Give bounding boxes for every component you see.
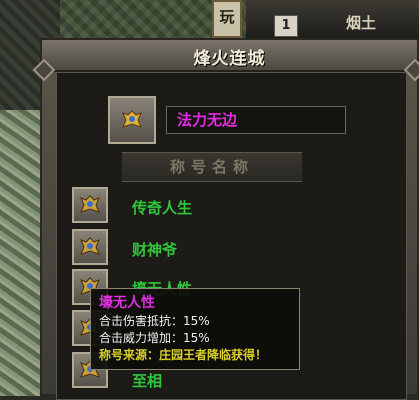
title-row-icon[interactable] — [72, 229, 108, 265]
tooltip-source: 称号来源：庄园王者降临获得！ — [99, 348, 268, 362]
title-emblem-icon — [122, 110, 142, 128]
tooltip-title: 壕无人性 — [99, 295, 155, 311]
window-title: 烽火连城 — [193, 49, 266, 69]
hud-tab[interactable]: 玩 — [212, 0, 242, 38]
window-title-bar[interactable]: 烽火连城 — [42, 40, 417, 72]
hud-text: 烟土 — [346, 14, 377, 32]
title-row-label[interactable]: 财神爷 — [132, 239, 177, 260]
title-row-icon[interactable] — [72, 187, 108, 223]
title-emblem-icon — [80, 195, 100, 213]
hud-level-badge: 1 — [274, 15, 298, 37]
section-header: 称号名称 — [122, 152, 302, 182]
tooltip-stat-line: 合击伤害抵抗：15% — [99, 314, 210, 328]
title-row-label[interactable]: 传奇人生 — [132, 197, 192, 218]
tooltip-stat-line: 合击威力增加：15% — [99, 331, 210, 345]
hud-top-panel — [246, 0, 419, 40]
title-tooltip: 壕无人性 合击伤害抵抗：15% 合击威力增加：15% 称号来源：庄园王者降临获得… — [90, 288, 300, 370]
title-emblem-icon — [80, 237, 100, 255]
title-row-label[interactable]: 至相 — [132, 370, 162, 391]
current-title-slot[interactable] — [108, 96, 156, 144]
current-title-name: 法力无边 — [166, 106, 346, 134]
